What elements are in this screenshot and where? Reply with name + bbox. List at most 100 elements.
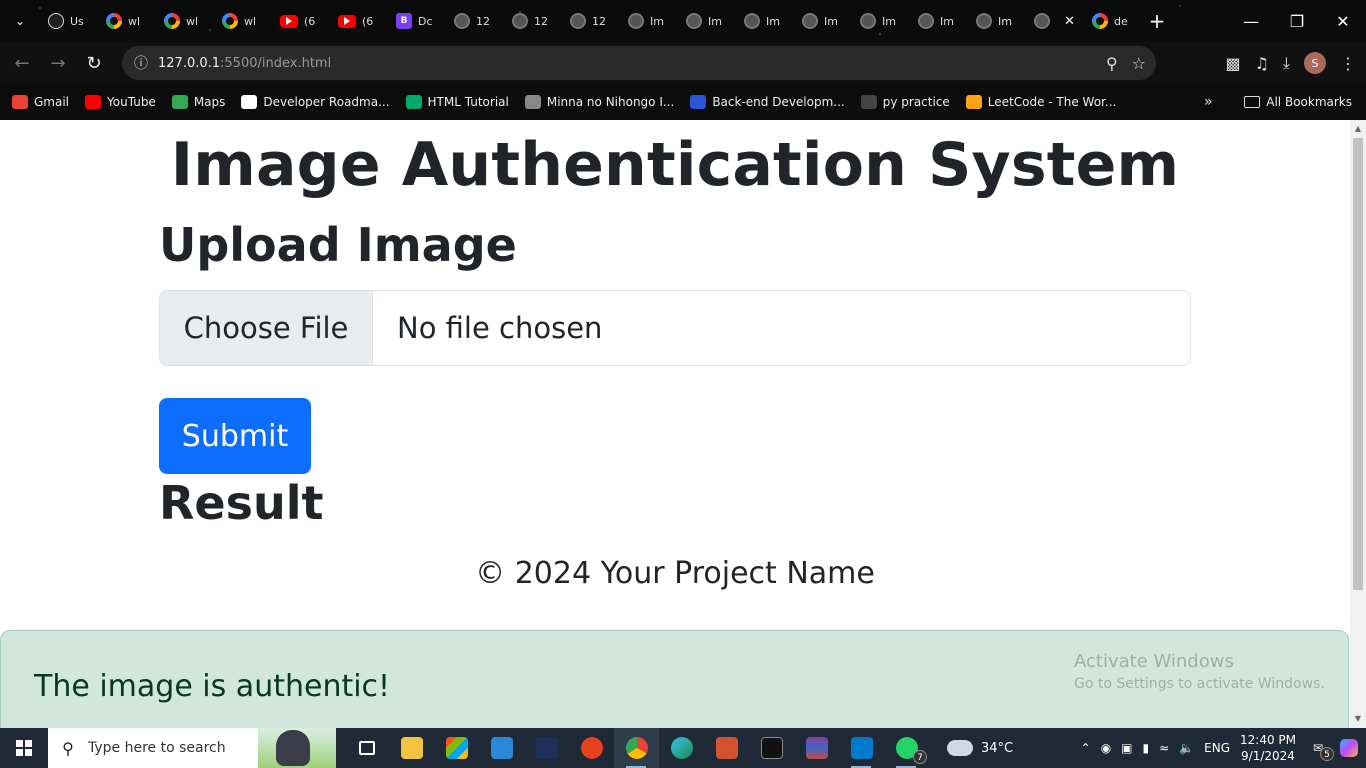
terminal-app-icon[interactable] <box>524 728 569 768</box>
menu-icon[interactable]: ⋮ <box>1340 54 1356 73</box>
tab-search-icon[interactable]: ⌄ <box>0 0 40 42</box>
volume-icon[interactable]: 🔈 <box>1179 741 1194 755</box>
bookmark-item[interactable]: Minna no Nihongo I... <box>524 95 675 109</box>
browser-tab[interactable]: 12 <box>562 0 620 42</box>
bookmark-label: py practice <box>882 95 950 109</box>
minimize-button[interactable]: — <box>1228 0 1274 42</box>
browser-tab[interactable]: wl <box>156 0 214 42</box>
browser-tab[interactable]: wl <box>98 0 156 42</box>
browser-tab[interactable]: Im <box>620 0 678 42</box>
activate-subtitle: Go to Settings to activate Windows. <box>1074 676 1325 692</box>
microsoft-store-icon[interactable] <box>434 728 479 768</box>
browser-tab[interactable]: Im <box>794 0 852 42</box>
browser-tab[interactable]: Im <box>678 0 736 42</box>
tab-title: Im <box>882 14 896 28</box>
mail-icon[interactable] <box>479 728 524 768</box>
site-info-icon[interactable]: ⓘ <box>126 53 156 73</box>
browser-tab[interactable]: 12 <box>504 0 562 42</box>
file-input[interactable]: Choose File No file chosen <box>159 290 1191 366</box>
tab-title: 12 <box>534 14 548 28</box>
browser-tab[interactable]: Us <box>40 0 98 42</box>
file-explorer-icon[interactable] <box>389 728 434 768</box>
scroll-up-icon[interactable]: ▲ <box>1350 122 1366 136</box>
bookmark-item[interactable]: Developer Roadma... <box>241 95 390 109</box>
bookmark-item[interactable]: Maps <box>171 95 225 109</box>
weather-cloud-icon <box>947 740 973 756</box>
bookmark-favicon-icon <box>241 95 258 109</box>
media-controls-icon[interactable]: ♫ <box>1255 54 1269 73</box>
browser-tab[interactable]: Im <box>910 0 968 42</box>
browser-tab[interactable]: Im <box>736 0 794 42</box>
restore-button[interactable]: ❐ <box>1274 0 1320 42</box>
chrome-icon[interactable] <box>614 728 659 768</box>
winrar-icon[interactable] <box>794 728 839 768</box>
browser-tab[interactable]: Im <box>968 0 1026 42</box>
google-icon <box>164 13 180 29</box>
search-highlight-image <box>258 728 336 768</box>
recorder-icon[interactable] <box>569 728 614 768</box>
back-icon[interactable]: ← <box>4 45 40 81</box>
forward-icon[interactable]: → <box>40 45 76 81</box>
browser-tab[interactable]: de <box>1084 0 1142 42</box>
submit-button[interactable]: Submit <box>159 398 311 474</box>
scroll-down-icon[interactable]: ▼ <box>1350 712 1366 726</box>
browser-tab[interactable]: Im <box>852 0 910 42</box>
new-tab-button[interactable]: + <box>1142 9 1172 33</box>
bookmark-item[interactable]: Gmail <box>12 95 69 109</box>
bookmark-item[interactable]: py practice <box>860 95 950 109</box>
zoom-icon[interactable]: ⚲ <box>1106 54 1118 73</box>
edge-icon[interactable] <box>659 728 704 768</box>
whatsapp-icon[interactable]: 7 <box>884 728 929 768</box>
browser-tab[interactable]: wl <box>214 0 272 42</box>
url-text[interactable]: 127.0.0.1:5500/index.html <box>158 56 331 71</box>
downloads-icon[interactable]: ⤓ <box>1283 53 1290 73</box>
more-bookmarks-icon[interactable]: » <box>1204 84 1213 120</box>
close-tab-icon[interactable]: ✕ <box>1064 14 1075 29</box>
extensions-icon[interactable]: ▩ <box>1225 54 1240 73</box>
notifications-icon[interactable]: ✉ 5 <box>1306 741 1334 761</box>
bookmark-star-icon[interactable]: ☆ <box>1132 54 1146 73</box>
vscode-icon[interactable] <box>839 728 884 768</box>
camera-icon[interactable]: ◉ <box>1101 741 1111 755</box>
bookmark-item[interactable]: YouTube <box>85 95 156 109</box>
display-icon[interactable]: ▣ <box>1121 741 1132 755</box>
bookmark-item[interactable]: LeetCode - The Wor... <box>965 95 1116 109</box>
globe-icon <box>454 13 470 29</box>
choose-file-button[interactable]: Choose File <box>160 291 373 365</box>
show-hidden-icons-icon[interactable]: ⌃ <box>1081 741 1091 755</box>
bookmark-item[interactable]: Back-end Developm... <box>690 95 845 109</box>
globe-icon <box>860 13 876 29</box>
address-bar[interactable]: ⓘ 127.0.0.1:5500/index.html ⚲ ☆ <box>122 46 1156 80</box>
bookmark-item[interactable]: HTML Tutorial <box>405 95 509 109</box>
browser-tab[interactable]: ✕ <box>1026 0 1084 42</box>
bookmark-label: Minna no Nihongo I... <box>546 95 675 109</box>
tab-title: wl <box>128 14 141 28</box>
tab-title: (6 <box>362 14 374 28</box>
wifi-icon[interactable]: ≈ <box>1159 741 1169 755</box>
close-window-button[interactable]: ✕ <box>1320 0 1366 42</box>
powerpoint-icon[interactable] <box>704 728 749 768</box>
scroll-thumb[interactable] <box>1353 138 1363 590</box>
profile-avatar[interactable]: S <box>1304 52 1326 74</box>
command-prompt-icon[interactable] <box>749 728 794 768</box>
copilot-icon[interactable] <box>1340 739 1358 757</box>
page-scrollbar[interactable]: ▲ ▼ <box>1350 120 1366 728</box>
browser-tab[interactable]: 12 <box>446 0 504 42</box>
start-button[interactable] <box>0 728 48 768</box>
clock[interactable]: 12:40 PM 9/1/2024 <box>1240 732 1296 764</box>
weather-widget[interactable]: 34°C <box>947 740 1013 756</box>
task-view-icon[interactable] <box>344 728 389 768</box>
notifications-badge: 5 <box>1320 747 1334 761</box>
battery-icon[interactable]: ▮ <box>1143 741 1150 755</box>
browser-tab[interactable]: (6 <box>272 0 330 42</box>
search-placeholder: Type here to search <box>88 740 226 756</box>
window-controls: — ❐ ✕ <box>1228 0 1366 42</box>
browser-tab[interactable]: (6 <box>330 0 388 42</box>
reload-icon[interactable]: ↻ <box>76 45 112 81</box>
tab-title: Im <box>650 14 664 28</box>
browser-tab[interactable]: B Dc <box>388 0 446 42</box>
bookmark-favicon-icon <box>860 95 877 109</box>
all-bookmarks-button[interactable]: All Bookmarks <box>1244 84 1352 120</box>
language-indicator[interactable]: ENG <box>1204 741 1230 755</box>
taskbar-search[interactable]: ⚲ Type here to search <box>48 728 336 768</box>
